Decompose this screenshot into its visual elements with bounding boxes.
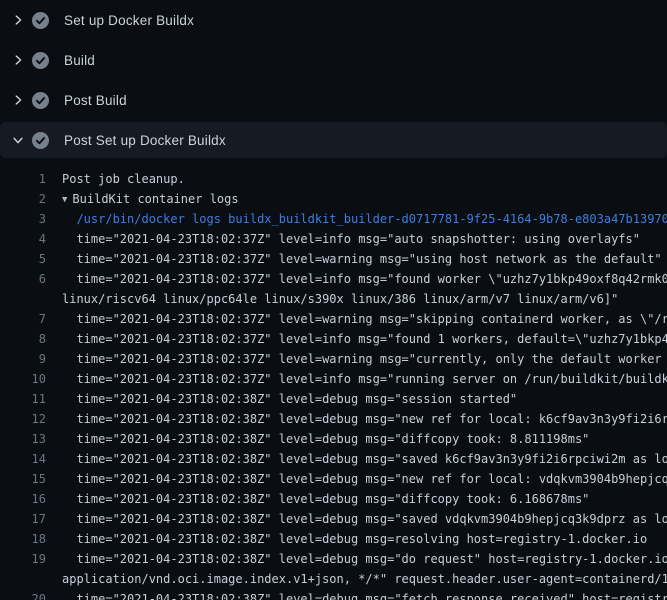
log-line: 15 ▼ time="2021-04-23T18:02:38Z" level=d… — [0, 469, 667, 489]
log-group-toggle-line: 2 ▼BuildKit container logs — [0, 189, 667, 209]
step-list: Set up Docker Buildx Build Post Build — [0, 0, 667, 158]
line-number[interactable]: 17 — [0, 509, 46, 529]
step-set-up-docker-buildx[interactable]: Set up Docker Buildx — [0, 0, 667, 40]
log-line-continuation: ▼application/vnd.oci.image.index.v1+json… — [0, 569, 667, 589]
chevron-right-icon[interactable] — [11, 92, 25, 108]
step-build[interactable]: Build — [0, 40, 667, 80]
log-text: ▼ time="2021-04-23T18:02:38Z" level=debu… — [62, 529, 647, 549]
log-text: ▼ /usr/bin/docker logs buildx_buildkit_b… — [62, 209, 667, 229]
log-text: ▼ time="2021-04-23T18:02:38Z" level=debu… — [62, 489, 589, 509]
log-text: ▼linux/riscv64 linux/ppc64le linux/s390x… — [62, 289, 618, 309]
line-number[interactable]: 1 — [0, 169, 46, 189]
log-text: ▼ time="2021-04-23T18:02:38Z" level=debu… — [62, 449, 667, 469]
line-number[interactable]: 19 — [0, 549, 46, 569]
log-text: ▼ time="2021-04-23T18:02:38Z" level=debu… — [62, 509, 667, 529]
check-circle-icon — [32, 92, 49, 109]
line-number[interactable] — [0, 289, 46, 309]
line-number[interactable]: 3 — [0, 209, 46, 229]
line-number[interactable]: 2 — [0, 189, 46, 209]
log-text: ▼ time="2021-04-23T18:02:37Z" level=warn… — [62, 249, 662, 269]
check-circle-icon — [32, 52, 49, 69]
line-number[interactable]: 6 — [0, 269, 46, 289]
line-number[interactable]: 12 — [0, 409, 46, 429]
line-number[interactable]: 5 — [0, 249, 46, 269]
log-line: 12 ▼ time="2021-04-23T18:02:38Z" level=d… — [0, 409, 667, 429]
line-number[interactable]: 18 — [0, 529, 46, 549]
log-line: 6 ▼ time="2021-04-23T18:02:37Z" level=in… — [0, 269, 667, 289]
log-text: ▼ time="2021-04-23T18:02:37Z" level=warn… — [62, 349, 667, 369]
log-line: 14 ▼ time="2021-04-23T18:02:38Z" level=d… — [0, 449, 667, 469]
line-number[interactable]: 15 — [0, 469, 46, 489]
log-text: ▼BuildKit container logs — [62, 189, 239, 209]
check-circle-icon — [32, 12, 49, 29]
step-label: Set up Docker Buildx — [64, 13, 194, 28]
log-line: 13 ▼ time="2021-04-23T18:02:38Z" level=d… — [0, 429, 667, 449]
line-number[interactable]: 20 — [0, 589, 46, 600]
step-label: Post Set up Docker Buildx — [64, 133, 226, 148]
log-line: 18 ▼ time="2021-04-23T18:02:38Z" level=d… — [0, 529, 667, 549]
chevron-right-icon[interactable] — [11, 12, 25, 28]
line-number[interactable]: 8 — [0, 329, 46, 349]
check-circle-icon — [32, 132, 49, 149]
log-text: ▼ time="2021-04-23T18:02:37Z" level=info… — [62, 229, 640, 249]
log-text: ▼ time="2021-04-23T18:02:37Z" level=info… — [62, 369, 667, 389]
log-output: 1 ▼Post job cleanup. 2 ▼BuildKit contain… — [0, 160, 667, 600]
log-line: 4 ▼ time="2021-04-23T18:02:37Z" level=in… — [0, 229, 667, 249]
log-line: 19 ▼ time="2021-04-23T18:02:38Z" level=d… — [0, 549, 667, 569]
line-number[interactable]: 11 — [0, 389, 46, 409]
log-line: 16 ▼ time="2021-04-23T18:02:38Z" level=d… — [0, 489, 667, 509]
log-text: ▼application/vnd.oci.image.index.v1+json… — [62, 569, 667, 589]
log-text: ▼Post job cleanup. — [62, 169, 185, 189]
line-number[interactable]: 4 — [0, 229, 46, 249]
log-line-continuation: ▼linux/riscv64 linux/ppc64le linux/s390x… — [0, 289, 667, 309]
line-number[interactable]: 7 — [0, 309, 46, 329]
chevron-right-icon[interactable] — [11, 52, 25, 68]
line-number[interactable] — [0, 569, 46, 589]
log-text: ▼ time="2021-04-23T18:02:38Z" level=debu… — [62, 549, 667, 569]
log-text: ▼ time="2021-04-23T18:02:37Z" level=info… — [62, 329, 667, 349]
actions-log-viewer: Set up Docker Buildx Build Post Build — [0, 0, 667, 600]
step-post-set-up-docker-buildx[interactable]: Post Set up Docker Buildx — [0, 122, 667, 158]
log-text: ▼ time="2021-04-23T18:02:38Z" level=debu… — [62, 469, 667, 489]
log-line: 10 ▼ time="2021-04-23T18:02:37Z" level=i… — [0, 369, 667, 389]
step-label: Build — [64, 53, 95, 68]
log-line: 20 ▼ time="2021-04-23T18:02:38Z" level=d… — [0, 589, 667, 600]
step-post-build[interactable]: Post Build — [0, 80, 667, 120]
log-text: ▼ time="2021-04-23T18:02:37Z" level=info… — [62, 269, 667, 289]
log-line: 3 ▼ /usr/bin/docker logs buildx_buildkit… — [0, 209, 667, 229]
log-line: 17 ▼ time="2021-04-23T18:02:38Z" level=d… — [0, 509, 667, 529]
log-text: ▼ time="2021-04-23T18:02:37Z" level=warn… — [62, 309, 667, 329]
log-text: ▼ time="2021-04-23T18:02:38Z" level=debu… — [62, 389, 517, 409]
log-line: 1 ▼Post job cleanup. — [0, 169, 667, 189]
line-number[interactable]: 10 — [0, 369, 46, 389]
log-line: 9 ▼ time="2021-04-23T18:02:37Z" level=wa… — [0, 349, 667, 369]
log-line: 8 ▼ time="2021-04-23T18:02:37Z" level=in… — [0, 329, 667, 349]
log-text: ▼ time="2021-04-23T18:02:38Z" level=debu… — [62, 409, 667, 429]
log-text: ▼ time="2021-04-23T18:02:38Z" level=debu… — [62, 589, 667, 600]
log-line: 5 ▼ time="2021-04-23T18:02:37Z" level=wa… — [0, 249, 667, 269]
log-text: ▼ time="2021-04-23T18:02:38Z" level=debu… — [62, 429, 589, 449]
line-number[interactable]: 9 — [0, 349, 46, 369]
line-number[interactable]: 14 — [0, 449, 46, 469]
step-label: Post Build — [64, 93, 127, 108]
line-number[interactable]: 16 — [0, 489, 46, 509]
chevron-down-icon[interactable] — [11, 132, 25, 148]
log-line: 11 ▼ time="2021-04-23T18:02:38Z" level=d… — [0, 389, 667, 409]
triangle-down-icon[interactable]: ▼ — [62, 195, 67, 205]
line-number[interactable]: 13 — [0, 429, 46, 449]
log-line: 7 ▼ time="2021-04-23T18:02:37Z" level=wa… — [0, 309, 667, 329]
